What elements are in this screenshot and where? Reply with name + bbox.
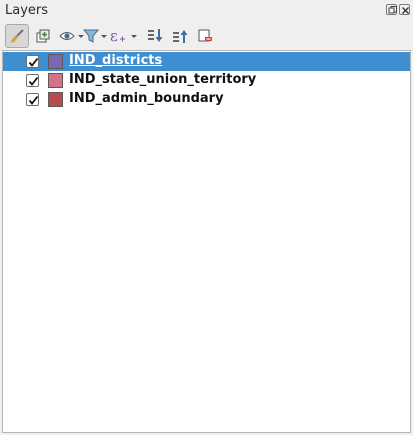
collapse-all-icon[interactable]	[168, 24, 192, 48]
layer-symbol-swatch[interactable]	[48, 73, 63, 88]
layer-symbol-swatch[interactable]	[48, 54, 63, 69]
expression-filter-icon[interactable]: ε	[108, 24, 140, 48]
float-panel-icon[interactable]	[386, 4, 397, 15]
layer-name[interactable]: IND_state_union_territory	[69, 72, 256, 87]
layer-row[interactable]: IND_admin_boundary	[3, 90, 410, 109]
svg-text:ε: ε	[110, 27, 118, 45]
layer-symbol-swatch[interactable]	[48, 92, 63, 107]
remove-layer-icon[interactable]	[193, 24, 217, 48]
layer-visibility-checkbox[interactable]	[26, 74, 39, 87]
layer-visibility-checkbox[interactable]	[26, 55, 39, 68]
layers-toolbar: ε	[0, 22, 413, 50]
layer-row[interactable]: IND_state_union_territory	[3, 71, 410, 90]
layer-visibility-checkbox[interactable]	[26, 93, 39, 106]
layer-tree[interactable]: IND_districts IND_state_union_territory …	[2, 50, 411, 433]
add-group-icon[interactable]	[31, 24, 55, 48]
layer-name[interactable]: IND_admin_boundary	[69, 91, 224, 106]
expand-all-icon[interactable]	[143, 24, 167, 48]
panel-titlebar: Layers	[0, 0, 413, 22]
layer-row[interactable]: IND_districts	[3, 52, 410, 71]
style-brush-icon[interactable]	[5, 24, 29, 48]
layers-panel: Layers ε IND_districts IND_state_union_t…	[0, 0, 413, 435]
panel-title: Layers	[5, 3, 49, 18]
filter-funnel-icon[interactable]	[81, 24, 109, 48]
layer-name[interactable]: IND_districts	[69, 53, 162, 68]
close-panel-icon[interactable]	[399, 4, 410, 15]
